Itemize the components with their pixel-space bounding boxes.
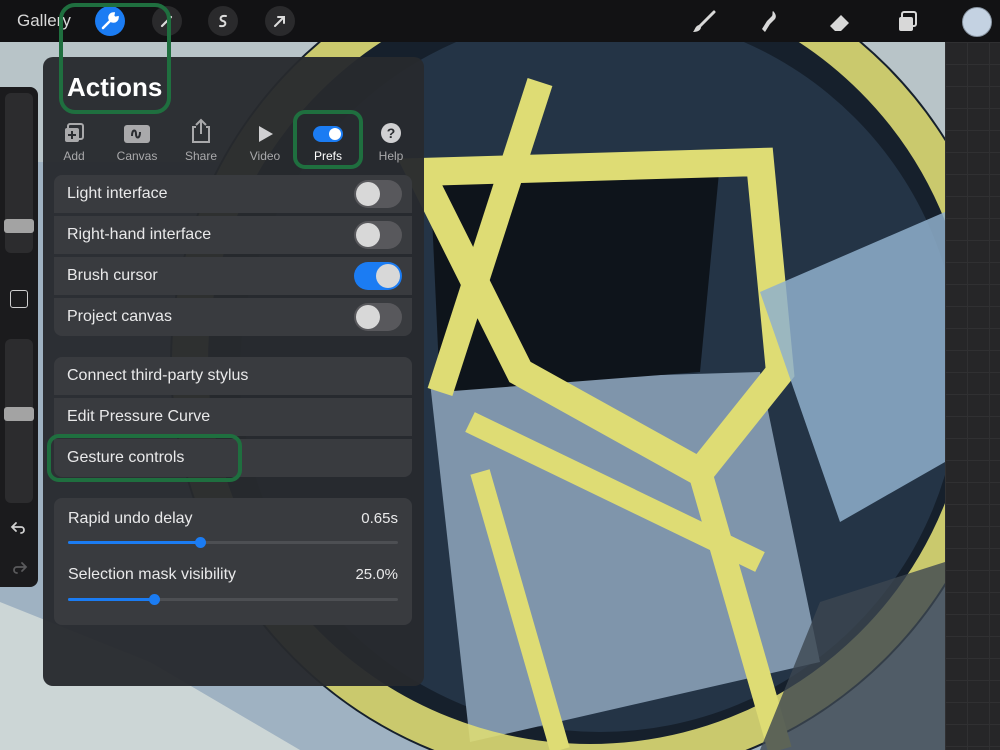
rapid-undo-label: Rapid undo delay: [68, 510, 193, 527]
opacity-handle[interactable]: [4, 407, 34, 421]
slider-thumb[interactable]: [195, 537, 206, 548]
panel-title: Actions: [67, 72, 163, 102]
edit-pressure-curve-item[interactable]: Edit Pressure Curve: [54, 398, 412, 436]
pref-light-interface[interactable]: Light interface: [54, 175, 412, 213]
pref-label: Project canvas: [67, 308, 172, 325]
top-toolbar: Gallery: [0, 0, 1000, 42]
link-label: Edit Pressure Curve: [67, 408, 211, 425]
actions-panel: Actions Add Canvas Share Video Prefs ? H…: [43, 57, 424, 686]
rapid-undo-value: 0.65s: [361, 510, 398, 527]
pref-label: Light interface: [67, 185, 168, 202]
slider-thumb[interactable]: [148, 594, 160, 605]
undo-icon[interactable]: [10, 519, 28, 537]
question-icon: ?: [363, 120, 419, 144]
slider-group: Rapid undo delay 0.65s Selection mask vi…: [54, 498, 412, 625]
tab-label: Video: [249, 149, 281, 163]
tab-label: Help: [378, 149, 404, 163]
opacity-slider[interactable]: [4, 339, 34, 503]
brush-icon[interactable]: [690, 8, 718, 36]
magic-wand-icon[interactable]: [152, 6, 182, 36]
tab-canvas[interactable]: Canvas: [109, 120, 165, 163]
canvas-margin: [945, 42, 1000, 750]
tab-add[interactable]: Add: [46, 120, 102, 163]
rapid-undo-slider[interactable]: [68, 537, 398, 548]
modify-button[interactable]: [10, 290, 28, 308]
redo-icon[interactable]: [10, 559, 28, 577]
gallery-button[interactable]: Gallery: [17, 11, 71, 31]
selection-mask-slider[interactable]: [68, 594, 398, 605]
tab-label: Canvas: [116, 149, 158, 163]
selection-mask-label: Selection mask visibility: [68, 566, 237, 583]
slider-fill: [68, 541, 200, 544]
wrench-icon[interactable]: [95, 6, 125, 36]
pref-label: Brush cursor: [67, 267, 158, 284]
selection-s-icon[interactable]: [208, 6, 238, 36]
toggle-icon: [300, 120, 356, 144]
project-canvas-toggle[interactable]: [354, 303, 402, 331]
color-swatch[interactable]: [962, 7, 992, 37]
svg-text:?: ?: [387, 125, 396, 141]
tab-label: Share: [184, 149, 218, 163]
pref-label: Right-hand interface: [67, 226, 212, 243]
tab-video[interactable]: Video: [237, 120, 293, 163]
share-icon: [173, 118, 229, 144]
pref-brush-cursor[interactable]: Brush cursor: [54, 257, 412, 295]
connect-stylus-item[interactable]: Connect third-party stylus: [54, 357, 412, 395]
tab-label: Add: [63, 149, 85, 163]
play-icon: [237, 120, 293, 144]
gesture-controls-item[interactable]: Gesture controls: [54, 439, 412, 477]
slider-fill: [68, 598, 154, 601]
brush-cursor-toggle[interactable]: [354, 262, 402, 290]
brush-size-handle[interactable]: [4, 219, 34, 233]
eraser-icon[interactable]: [826, 8, 854, 36]
light-interface-toggle[interactable]: [354, 180, 402, 208]
tab-share[interactable]: Share: [173, 118, 229, 163]
selection-mask-value: 25.0%: [355, 566, 398, 583]
layers-icon[interactable]: [894, 8, 922, 36]
transform-arrow-icon[interactable]: [265, 6, 295, 36]
pref-project-canvas[interactable]: Project canvas: [54, 298, 412, 336]
pref-right-hand-interface[interactable]: Right-hand interface: [54, 216, 412, 254]
smudge-icon[interactable]: [757, 8, 785, 36]
left-sidebar: [0, 87, 38, 587]
tab-label: Prefs: [313, 149, 342, 163]
brush-size-slider[interactable]: [4, 93, 34, 253]
right-hand-interface-toggle[interactable]: [354, 221, 402, 249]
add-layers-icon: [46, 120, 102, 144]
tab-help[interactable]: ? Help: [363, 120, 419, 163]
tab-prefs[interactable]: Prefs: [300, 120, 356, 163]
canvas-icon: [109, 120, 165, 144]
link-label: Gesture controls: [67, 449, 185, 466]
link-label: Connect third-party stylus: [67, 367, 249, 384]
